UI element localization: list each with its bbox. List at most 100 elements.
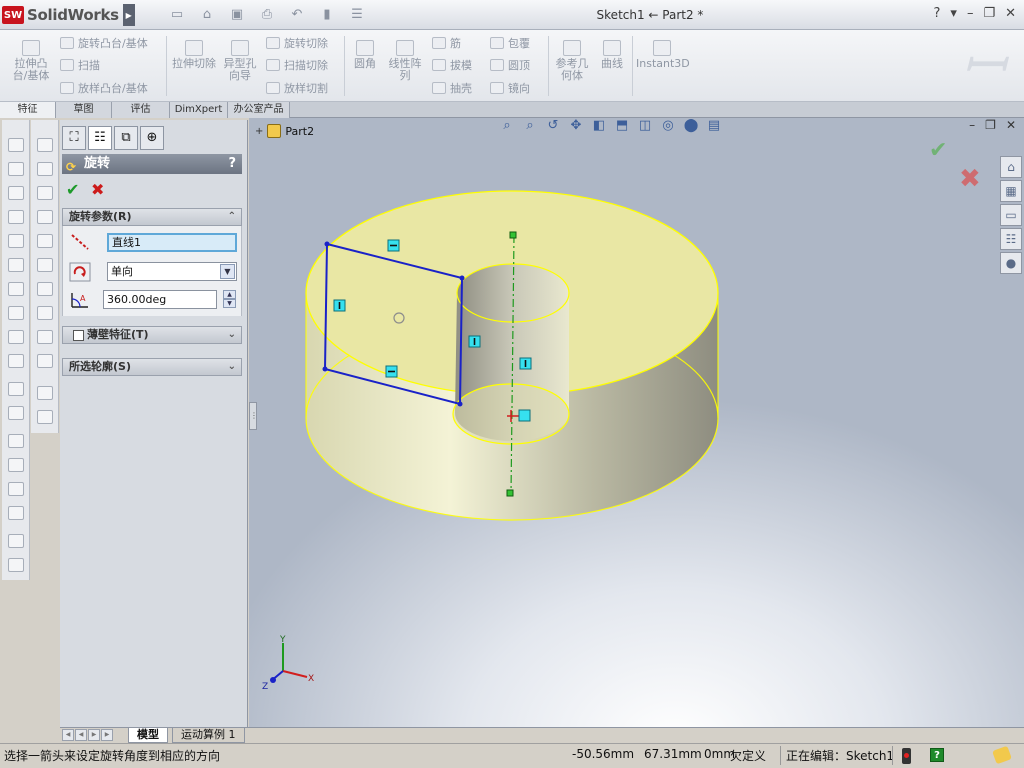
extrude-boss-button[interactable]: 拉伸凸台/基体 <box>8 40 54 82</box>
options-icon[interactable]: ☰ <box>346 7 368 23</box>
view-palette-icon[interactable]: ☷ <box>1000 228 1022 250</box>
chevron-down-icon[interactable]: ▼ <box>220 264 235 279</box>
axis-endpoint-top[interactable] <box>509 231 517 239</box>
toolbar-icon[interactable] <box>8 482 24 496</box>
toolbar-icon[interactable] <box>8 162 24 176</box>
toolbar-icon[interactable] <box>8 306 24 320</box>
previous-view-icon[interactable]: ↺ <box>545 118 561 134</box>
wrap-button[interactable]: 包覆 <box>490 34 530 52</box>
design-library-icon[interactable]: ▦ <box>1000 180 1022 202</box>
tab-features[interactable]: 特征 <box>0 102 56 118</box>
sketch-vertex[interactable] <box>324 241 330 247</box>
toolbar-icon[interactable] <box>8 434 24 448</box>
confirmation-corner-cancel-icon[interactable]: ✖ <box>959 164 981 194</box>
doc-restore-button[interactable]: ❐ <box>985 118 996 132</box>
toolbar-icon[interactable] <box>8 210 24 224</box>
dome-button[interactable]: 圆顶 <box>490 56 530 74</box>
linear-pattern-button[interactable]: 线性阵列 <box>384 40 426 82</box>
expand-icon[interactable]: ⌄ <box>228 359 236 375</box>
quick-tips-icon[interactable]: ? <box>930 748 944 762</box>
toolbar-icon[interactable] <box>8 506 24 520</box>
toolbar-icon[interactable] <box>8 330 24 344</box>
solidworks-logo[interactable]: SW SolidWorks ▶ <box>2 4 136 26</box>
tab-model[interactable]: 模型 <box>128 728 168 743</box>
section-view-icon[interactable]: ◧ <box>591 118 607 134</box>
expand-plus-icon[interactable]: + <box>255 126 263 137</box>
toolbar-icon[interactable] <box>8 534 24 548</box>
toolbar-icon[interactable] <box>8 186 24 200</box>
sketch-vertex[interactable] <box>322 366 328 372</box>
vertical-relation-icon[interactable] <box>468 335 481 348</box>
toolbar-icon[interactable] <box>37 258 53 272</box>
help-icon[interactable]: ? <box>934 6 941 21</box>
tab-motion-study[interactable]: 运动算例 1 <box>172 728 245 743</box>
first-tab-icon[interactable]: ◀ <box>62 729 74 741</box>
toolbar-icon[interactable] <box>37 354 53 368</box>
vertical-relation-icon[interactable] <box>333 299 346 312</box>
lofted-cut-button[interactable]: 放样切割 <box>266 79 328 97</box>
revolve-parameters-header[interactable]: 旋转参数(R) ⌃ <box>62 208 242 226</box>
toolbar-icon[interactable] <box>8 558 24 572</box>
thin-feature-header[interactable]: 薄壁特征(T) ⌄ <box>62 326 242 344</box>
panel-collapse-handle[interactable]: ⋮ <box>249 402 258 430</box>
toolbar-icon[interactable] <box>8 282 24 296</box>
tab-office-products[interactable]: 办公室产品 <box>228 102 290 118</box>
zoom-area-icon[interactable]: ⌕ <box>522 118 538 134</box>
toolbar-icon[interactable] <box>37 210 53 224</box>
expand-icon[interactable]: ⌄ <box>228 327 236 343</box>
collapse-icon[interactable]: ⌃ <box>228 209 236 225</box>
menu-arrow-icon[interactable]: ▶ <box>122 4 135 26</box>
curves-button[interactable]: 曲线 <box>596 40 628 70</box>
help-button[interactable]: ? <box>228 154 236 174</box>
revolve-cut-button[interactable]: 旋转切除 <box>266 34 328 52</box>
toolbar-icon[interactable] <box>8 382 24 396</box>
confirmation-corner-ok-icon[interactable]: ✔ <box>929 138 947 163</box>
minimize-button[interactable]: – <box>967 6 974 21</box>
new-document-icon[interactable]: ▭ <box>166 7 188 23</box>
view-settings-icon[interactable]: ▤ <box>706 118 722 134</box>
restore-button[interactable]: ❐ <box>983 6 995 21</box>
cancel-button[interactable]: ✖ <box>91 180 104 199</box>
ok-button[interactable]: ✔ <box>66 180 79 199</box>
revolve-angle-field[interactable]: 360.00deg <box>103 290 217 309</box>
toolbar-icon[interactable] <box>37 386 53 400</box>
property-manager-tab-icon[interactable]: ☷ <box>88 126 112 150</box>
file-explorer-icon[interactable]: ▭ <box>1000 204 1022 226</box>
undo-icon[interactable]: ↶ <box>286 7 308 23</box>
sketch-vertex[interactable] <box>457 401 463 407</box>
selected-contours-header[interactable]: 所选轮廓(S) ⌄ <box>62 358 242 376</box>
toolbar-icon[interactable] <box>37 282 53 296</box>
spin-down-icon[interactable]: ▼ <box>223 299 236 308</box>
tab-evaluate[interactable]: 评估 <box>112 102 170 118</box>
hide-show-icon[interactable]: ◎ <box>660 118 676 134</box>
display-style-icon[interactable]: ◫ <box>637 118 653 134</box>
toolbar-icon[interactable] <box>37 138 53 152</box>
horizontal-relation-icon[interactable] <box>385 365 398 378</box>
vertical-relation-icon[interactable] <box>519 357 532 370</box>
feature-tree-root[interactable]: + Part2 <box>255 124 314 138</box>
axis-of-revolution-field[interactable]: 直线1 <box>107 233 237 252</box>
feature-manager-tab-icon[interactable]: ⛶ <box>62 126 86 150</box>
mirror-button[interactable]: 镜向 <box>490 79 530 97</box>
view-orientation-icon[interactable]: ⬒ <box>614 118 630 134</box>
last-tab-icon[interactable]: ▶ <box>101 729 113 741</box>
doc-minimize-button[interactable]: – <box>969 118 975 132</box>
toolbar-icon[interactable] <box>37 186 53 200</box>
next-tab-icon[interactable]: ▶ <box>88 729 100 741</box>
prev-tab-icon[interactable]: ◀ <box>75 729 87 741</box>
toolbar-icon[interactable] <box>8 406 24 420</box>
shell-button[interactable]: 抽壳 <box>432 79 472 97</box>
zoom-to-fit-icon[interactable]: ⌕ <box>499 118 515 134</box>
tab-dimxpert[interactable]: DimXpert <box>170 102 228 118</box>
rib-button[interactable]: 筋 <box>432 34 461 52</box>
toolbar-icon[interactable] <box>37 162 53 176</box>
print-icon[interactable]: ⎙ <box>256 7 278 23</box>
save-icon[interactable]: ▣ <box>226 7 248 23</box>
toolbar-icon[interactable] <box>8 458 24 472</box>
reverse-direction-icon[interactable] <box>69 262 91 282</box>
sweep-button[interactable]: 扫描 <box>60 56 100 74</box>
sketch-vertex[interactable] <box>459 275 465 281</box>
extrude-cut-button[interactable]: 拉伸切除 <box>172 40 216 70</box>
fillet-button[interactable]: 圆角 <box>350 40 380 70</box>
draft-button[interactable]: 拔模 <box>432 56 472 74</box>
